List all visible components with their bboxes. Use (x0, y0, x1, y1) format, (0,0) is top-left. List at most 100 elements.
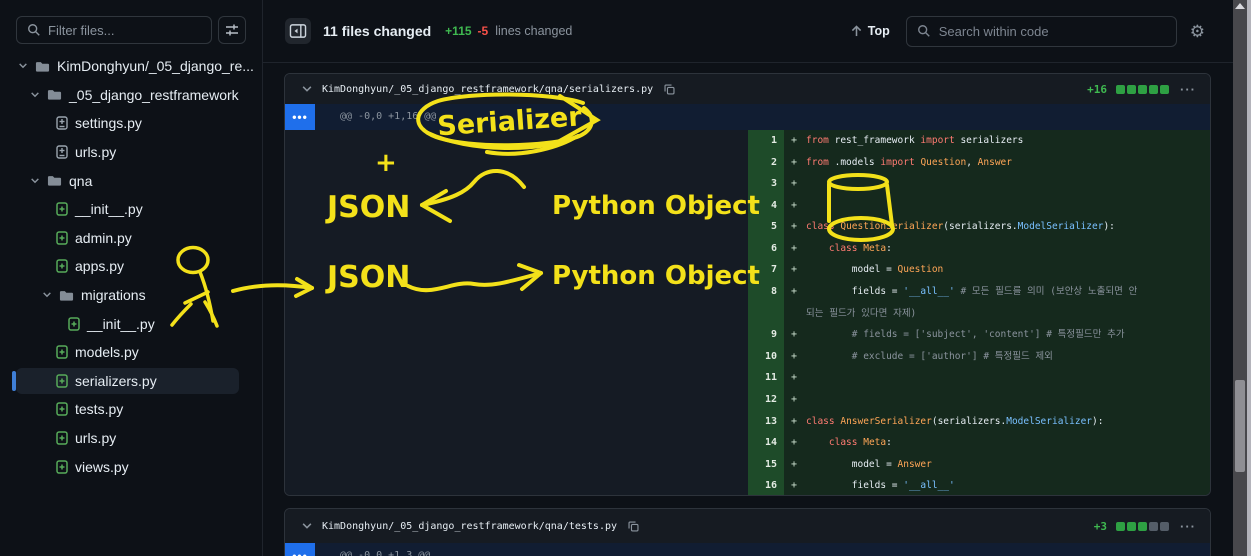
hunk-range: @@ -0,0 +1,3 @@ (340, 550, 431, 556)
tree-item-label: __init__.py (87, 315, 155, 332)
line-number[interactable]: 5 (748, 216, 784, 238)
diff-block-added (1160, 84, 1169, 94)
tree-item-qna[interactable]: qna (0, 166, 261, 195)
tree-item--init-py[interactable]: __init__.py (0, 309, 261, 338)
tree-item-label: serializers.py (75, 372, 157, 389)
line-number[interactable]: 8 (748, 281, 784, 303)
hunk-header-row: ••• @@ -0,0 +1,3 @@ (285, 543, 1210, 556)
scrollbar-thumb[interactable] (1235, 380, 1245, 472)
new-file-code-pane: 1 + from rest_framework import serializers… (748, 130, 1210, 495)
files-changed-header: 11 files changed +115 -5 lines changed T… (263, 0, 1251, 63)
file-added-icon (56, 459, 68, 474)
tree-item-views-py[interactable]: views.py (0, 452, 261, 481)
file-added-icon (56, 202, 68, 217)
code-text: model = Answer (804, 453, 1210, 476)
line-number[interactable]: 11 (748, 367, 784, 389)
expand-hunk-button[interactable]: ••• (285, 543, 315, 556)
tree-item--init-py[interactable]: __init__.py (0, 195, 261, 224)
tree-item-label: admin.py (75, 229, 132, 246)
line-number[interactable]: 6 (748, 237, 784, 260)
file-tree: KimDonghyun/_05_django_re... _05_django_r… (0, 52, 261, 481)
expand-hunk-button[interactable]: ••• (285, 104, 315, 130)
scrollbar-track[interactable] (1233, 0, 1247, 556)
tree-item-serializers-py[interactable]: serializers.py (0, 367, 261, 396)
line-number[interactable]: 12 (748, 388, 784, 411)
chevron-down-icon[interactable] (301, 520, 313, 532)
line-number[interactable]: 13 (748, 410, 784, 433)
diff-block-added (1116, 521, 1125, 531)
diff-file-header: KimDonghyun/_05_django_restframework/qna… (285, 509, 1210, 543)
deletions-count: -5 (477, 24, 489, 38)
code-text: fields = '__all__' (804, 475, 1210, 495)
hunk-header-row: ••• @@ -0,0 +1,16 @@ (285, 104, 1210, 130)
tree-item-label: urls.py (75, 430, 117, 447)
line-number[interactable]: 2 (748, 151, 784, 174)
code-text: 되는 필드가 있다면 자제) (804, 302, 1210, 325)
old-file-empty-pane (285, 130, 748, 495)
tree-item-admin-py[interactable]: admin.py (0, 224, 261, 253)
diff-line: 12 + (748, 388, 1210, 411)
tree-item-label: urls.py (75, 144, 117, 161)
code-text: from .models import Question, Answer (804, 151, 1210, 174)
chevron-down-icon (31, 178, 39, 183)
tree-item-kimdonghyun-05-django-re-[interactable]: KimDonghyun/_05_django_re... (0, 52, 261, 81)
code-text: fields = '__all__' # 모든 필드를 의미 (보안상 노출되면… (804, 281, 1210, 303)
chevron-down-icon (31, 92, 39, 98)
tree-item-apps-py[interactable]: apps.py (0, 252, 261, 281)
folder-icon (47, 90, 62, 100)
tree-item-tests-py[interactable]: tests.py (0, 395, 261, 424)
main-content: 11 files changed +115 -5 lines changed T… (263, 0, 1251, 556)
tree-item-urls-py[interactable]: urls.py (0, 138, 261, 167)
line-number[interactable]: 7 (748, 259, 784, 282)
top-label: Top (867, 24, 890, 38)
line-number[interactable]: 16 (748, 475, 784, 495)
copy-icon (664, 83, 675, 95)
file-added-icon (68, 316, 80, 331)
diff-line: 16 + fields = '__all__' (748, 475, 1210, 495)
scroll-to-top-button[interactable]: Top (851, 24, 890, 38)
tree-item-migrations[interactable]: migrations (0, 281, 261, 310)
filter-files-input[interactable]: Filter files... (16, 16, 212, 44)
copy-icon (628, 520, 639, 532)
file-filter-button[interactable] (218, 16, 246, 44)
search-placeholder: Search within code (938, 23, 1049, 39)
tree-item-urls-py[interactable]: urls.py (0, 424, 261, 453)
diff-block-added (1127, 84, 1136, 94)
diff-settings-gear-button[interactable]: ⚙ (1190, 23, 1205, 40)
diff-line: 10 + # exclude = ['author'] # 특정필드 제외 (748, 345, 1210, 368)
diff-block-added (1149, 84, 1158, 94)
diff-marker: + (784, 173, 804, 195)
chevron-down-icon[interactable] (301, 83, 313, 95)
line-number[interactable]: 10 (748, 345, 784, 368)
tree-item-models-py[interactable]: models.py (0, 338, 261, 367)
line-number[interactable] (748, 302, 784, 325)
line-number[interactable]: 3 (748, 173, 784, 195)
file-menu-button[interactable]: ··· (1178, 82, 1198, 97)
copy-path-button[interactable] (663, 83, 676, 96)
diff-marker (784, 302, 804, 325)
scrollbar-up-arrow[interactable] (1235, 3, 1245, 9)
line-number[interactable]: 4 (748, 194, 784, 217)
code-text: class Meta: (804, 237, 1210, 260)
line-number[interactable]: 9 (748, 324, 784, 346)
diff-file-header: KimDonghyun/_05_django_restframework/qna… (285, 74, 1210, 104)
collapse-sidebar-button[interactable] (285, 18, 311, 44)
file-menu-button[interactable]: ··· (1178, 519, 1198, 534)
line-number[interactable]: 1 (748, 130, 784, 152)
copy-path-button[interactable] (627, 520, 640, 533)
diff-line: 13 + class AnswerSerializer(serializers.Mo… (748, 410, 1210, 433)
diff-block-added (1116, 84, 1125, 94)
file-modified-icon (56, 145, 68, 159)
window-edge (1247, 0, 1251, 556)
diff-marker: + (784, 151, 804, 174)
file-added-icon (56, 431, 68, 445)
search-within-code-input[interactable]: Search within code (905, 15, 1177, 47)
tree-item-label: apps.py (75, 258, 125, 275)
line-number[interactable]: 15 (748, 453, 784, 476)
tree-item--05-django-restframework[interactable]: _05_django_restframework (0, 81, 261, 110)
tree-item-label: tests.py (75, 401, 124, 418)
header-right: Top Search within code ⚙ (851, 15, 1205, 47)
tree-item-settings-py[interactable]: settings.py (0, 109, 261, 138)
diff-line: 5 + class QuestionSerializer(serializers.M… (748, 216, 1210, 238)
line-number[interactable]: 14 (748, 432, 784, 454)
